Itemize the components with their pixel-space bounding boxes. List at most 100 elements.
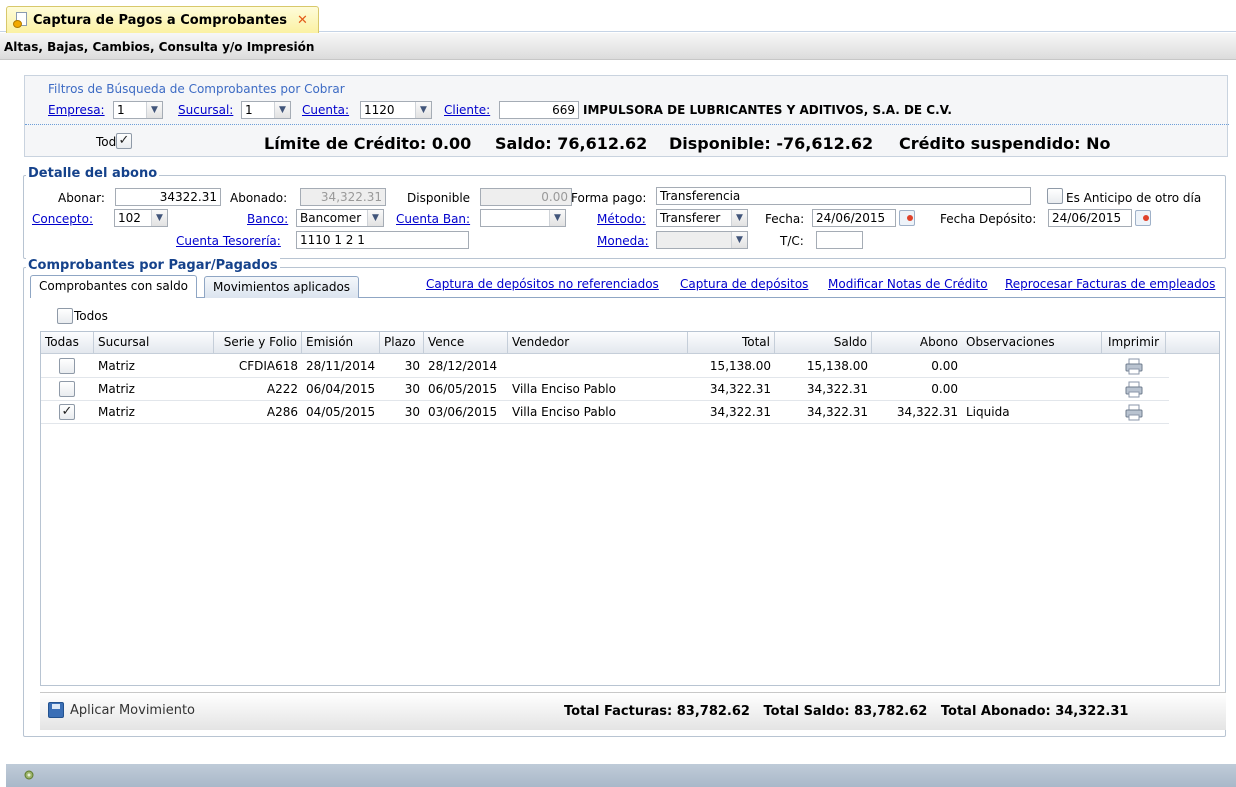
chevron-down-icon[interactable]: ▼ — [731, 232, 747, 248]
concepto-link[interactable]: Concepto: — [32, 212, 93, 226]
moneda-select[interactable]: ▼ — [656, 231, 748, 249]
cliente-name: IMPULSORA DE LUBRICANTES Y ADITIVOS, S.A… — [583, 103, 952, 117]
abonado-label: Abonado: — [230, 191, 288, 205]
row-checkbox[interactable] — [59, 358, 75, 374]
sucursal-select[interactable]: 1 ▼ — [241, 101, 291, 119]
cuenta-tesoreria-input[interactable]: 1110 1 2 1 — [296, 231, 469, 249]
chevron-down-icon[interactable]: ▼ — [274, 102, 290, 118]
cell-emision: 06/04/2015 — [306, 382, 376, 396]
tc-input[interactable] — [816, 231, 863, 249]
chevron-down-icon[interactable]: ▼ — [731, 210, 747, 226]
cuenta-link[interactable]: Cuenta: — [302, 103, 349, 117]
calendar-icon[interactable] — [899, 210, 915, 226]
table-row[interactable]: Matriz CFDIA618 28/11/2014 30 28/12/2014 15,1… — [41, 355, 1169, 378]
col-todas[interactable]: Todas — [41, 332, 94, 354]
chevron-down-icon[interactable]: ▼ — [146, 102, 162, 118]
col-plazo[interactable]: Plazo — [380, 332, 424, 354]
row-checkbox[interactable] — [59, 381, 75, 397]
col-observaciones[interactable]: Observaciones — [962, 332, 1102, 354]
todo-checkbox[interactable]: ✓ — [116, 133, 132, 149]
moneda-link[interactable]: Moneda: — [597, 234, 649, 248]
fecha-input[interactable]: 24/06/2015 — [812, 209, 896, 227]
cell-abono: 34,322.31 — [896, 405, 958, 419]
link-reprocesar-facturas[interactable]: Reprocesar Facturas de empleados — [1005, 277, 1215, 291]
document-coin-icon — [13, 12, 29, 28]
cell-folio: A222 — [266, 382, 298, 396]
chevron-down-icon[interactable]: ▼ — [549, 210, 565, 226]
disponible-input: 0.00 — [480, 188, 572, 206]
chevron-down-icon[interactable]: ▼ — [415, 102, 431, 118]
chevron-down-icon[interactable]: ▼ — [367, 210, 383, 226]
tab-comprobantes-con-saldo[interactable]: Comprobantes con saldo — [30, 275, 198, 298]
link-modificar-notas-credito[interactable]: Modificar Notas de Crédito — [828, 277, 988, 291]
cuenta-tesoreria-link[interactable]: Cuenta Tesorería: — [176, 234, 281, 248]
link-captura-depositos[interactable]: Captura de depósitos — [680, 277, 808, 291]
sucursal-link[interactable]: Sucursal: — [178, 103, 233, 117]
table-row[interactable]: ✓ Matriz A286 04/05/2015 30 03/06/2015 Villa E… — [41, 401, 1169, 424]
printer-icon[interactable] — [1125, 404, 1143, 421]
cell-total: 34,322.31 — [709, 382, 771, 396]
col-sucursal[interactable]: Sucursal — [94, 332, 214, 354]
col-vence[interactable]: Vence — [424, 332, 508, 354]
empresa-select[interactable]: 1 ▼ — [113, 101, 163, 119]
abonado-input: 34,322.31 — [300, 188, 386, 206]
link-depositos-no-referenciados[interactable]: Captura de depósitos no referenciados — [426, 277, 659, 291]
cell-observaciones — [962, 355, 1102, 377]
anticipo-checkbox[interactable] — [1047, 188, 1063, 204]
cell-saldo: 34,322.31 — [806, 382, 868, 396]
col-serie-folio[interactable]: Serie y Folio — [214, 332, 302, 354]
cuenta-select[interactable]: 1120 ▼ — [360, 101, 432, 119]
cuenta-ban-select[interactable]: ▼ — [480, 209, 566, 227]
fecha-deposito-input[interactable]: 24/06/2015 — [1048, 209, 1132, 227]
cell-total: 34,322.31 — [709, 405, 771, 419]
tc-label: T/C: — [780, 234, 804, 248]
col-abono[interactable]: Abono — [872, 332, 962, 354]
empresa-link[interactable]: Empresa: — [48, 103, 105, 117]
metodo-select[interactable]: Transferer ▼ — [656, 209, 748, 227]
cell-abono: 0.00 — [931, 382, 958, 396]
totals-summary: Total Facturas: 83,782.62 Total Saldo: 8… — [564, 704, 1129, 719]
col-saldo[interactable]: Saldo — [775, 332, 872, 354]
cliente-input[interactable]: 669 — [499, 101, 579, 119]
apply-movement-button[interactable]: Aplicar Movimiento — [48, 702, 195, 718]
gear-icon[interactable] — [22, 768, 36, 782]
col-emision[interactable]: Emisión — [302, 332, 380, 354]
todos-checkbox[interactable] — [57, 308, 73, 324]
tab-movimientos-aplicados[interactable]: Movimientos aplicados — [204, 276, 360, 298]
forma-pago-input[interactable]: Transferencia — [656, 187, 1031, 205]
cell-plazo: 30 — [404, 405, 420, 419]
cell-folio: CFDIA618 — [238, 359, 298, 373]
metodo-link[interactable]: Método: — [597, 212, 646, 226]
table-row[interactable]: Matriz A222 06/04/2015 30 06/05/2015 Villa En… — [41, 378, 1169, 401]
calendar-icon[interactable] — [1135, 210, 1151, 226]
cell-vence: 28/12/2014 — [428, 359, 498, 373]
chevron-down-icon[interactable]: ▼ — [151, 210, 167, 226]
disponible-total: Disponible: -76,612.62 — [669, 134, 874, 153]
filters-divider — [25, 124, 1229, 125]
save-icon — [48, 702, 64, 718]
filters-panel: Filtros de Búsqueda de Comprobantes por … — [24, 75, 1229, 157]
concepto-select[interactable]: 102 ▼ — [114, 209, 168, 227]
banco-link[interactable]: Banco: — [247, 212, 288, 226]
banco-select[interactable]: Bancomer ▼ — [296, 209, 384, 227]
detalle-abono-legend: Detalle del abono — [26, 166, 160, 181]
cell-vendedor: Villa Enciso Pablo — [512, 405, 616, 419]
cell-plazo: 30 — [404, 359, 420, 373]
printer-icon[interactable] — [1125, 358, 1143, 375]
row-checkbox[interactable]: ✓ — [59, 404, 75, 420]
fecha-deposito-label: Fecha Depósito: — [940, 212, 1037, 226]
cliente-link[interactable]: Cliente: — [444, 103, 490, 117]
close-tab-icon[interactable]: ✕ — [297, 13, 308, 28]
printer-icon[interactable] — [1125, 381, 1143, 398]
col-total[interactable]: Total — [688, 332, 775, 354]
cuenta-ban-link[interactable]: Cuenta Ban: — [396, 212, 470, 226]
col-vendedor[interactable]: Vendedor — [508, 332, 688, 354]
abonar-input[interactable]: 34322.31 — [115, 188, 221, 206]
tab-title: Captura de Pagos a Comprobantes — [33, 12, 287, 28]
col-imprimir[interactable]: Imprimir — [1102, 332, 1166, 354]
cell-emision: 04/05/2015 — [306, 405, 376, 419]
cell-vence: 03/06/2015 — [428, 405, 498, 419]
tab-captura-pagos[interactable]: Captura de Pagos a Comprobantes ✕ — [6, 6, 319, 33]
cell-plazo: 30 — [404, 382, 420, 396]
fecha-label: Fecha: — [765, 212, 805, 226]
